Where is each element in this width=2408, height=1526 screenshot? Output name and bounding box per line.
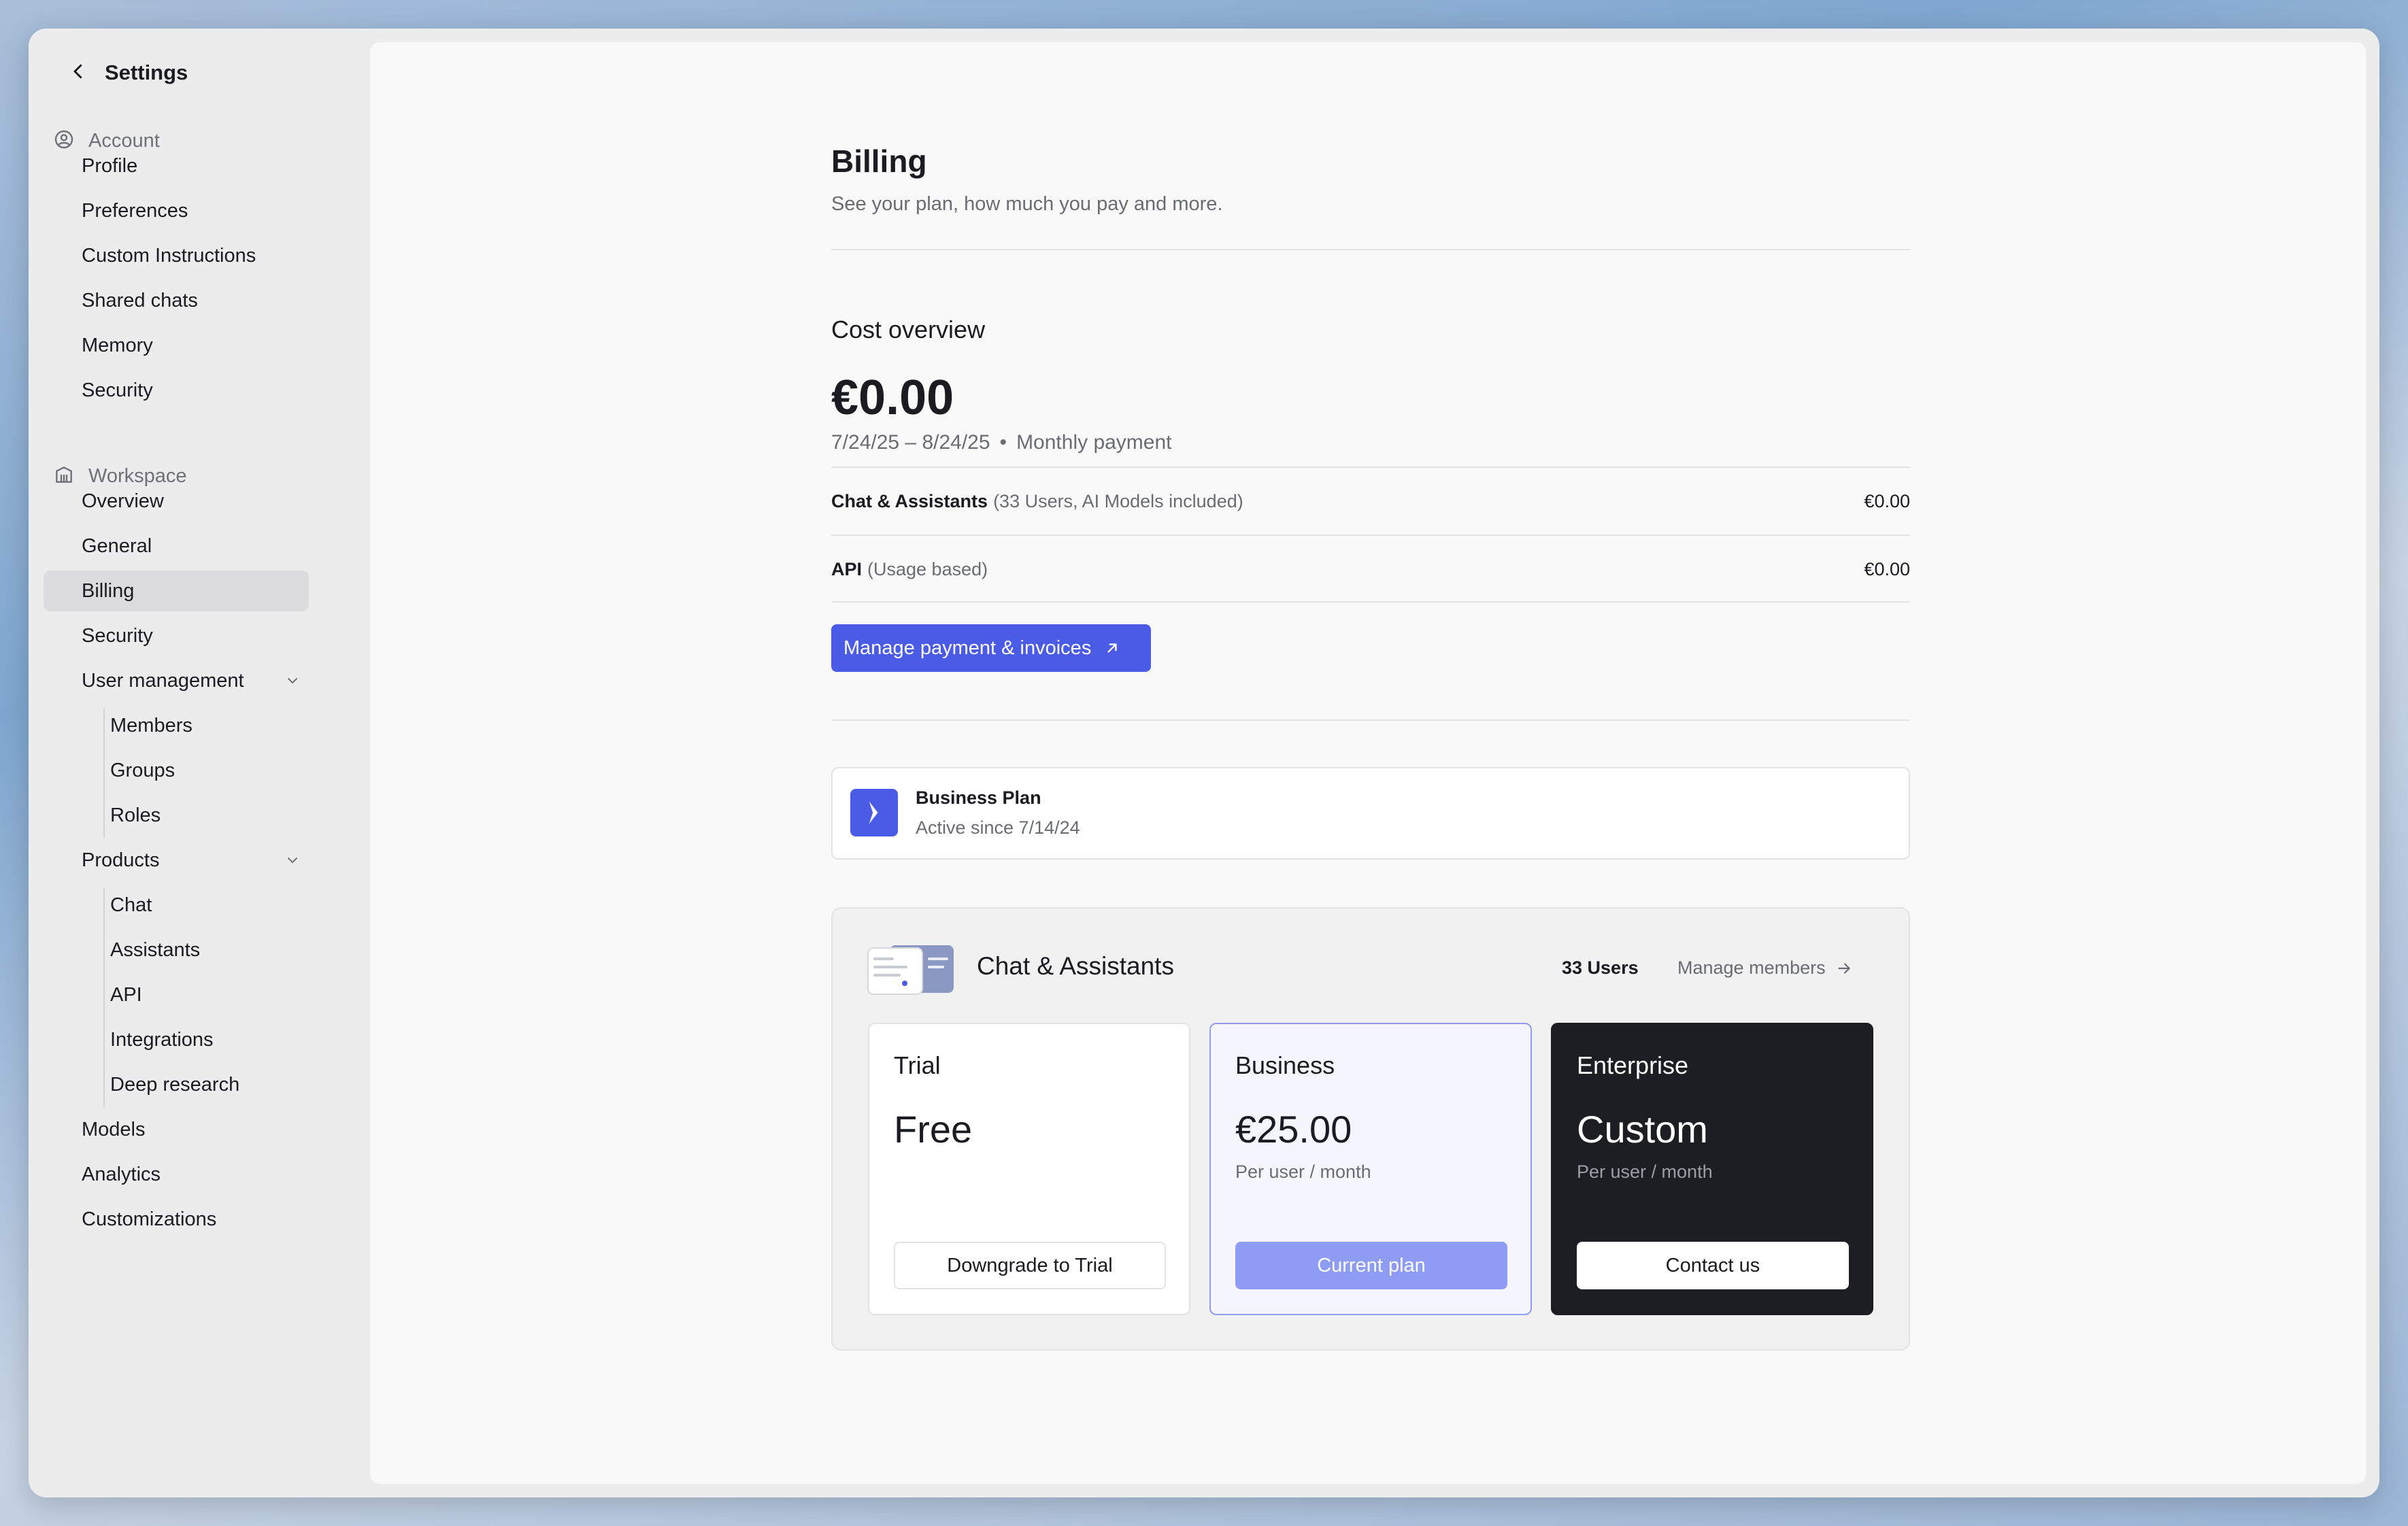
- product-title: Chat & Assistants: [977, 952, 1174, 980]
- sidebar-item-account-security[interactable]: Security: [44, 370, 309, 411]
- manage-payment-label: Manage payment & invoices: [843, 637, 1092, 659]
- sidebar-item-memory[interactable]: Memory: [44, 325, 309, 366]
- total-cost: €0.00: [831, 371, 954, 425]
- sidebar-item-preferences[interactable]: Preferences: [44, 190, 309, 231]
- cost-row-amount: €0.00: [1864, 558, 1910, 579]
- sidebar-item-models[interactable]: Models: [44, 1109, 309, 1150]
- current-plan-button[interactable]: Current plan: [1235, 1242, 1507, 1289]
- plan-since: Active since 7/14/24: [916, 817, 1080, 838]
- chevron-left-icon[interactable]: [68, 61, 88, 85]
- payment-frequency: Monthly payment: [1016, 431, 1172, 454]
- current-plan-card: Business Plan Active since 7/14/24: [831, 767, 1910, 860]
- tier-name: Trial: [894, 1051, 941, 1079]
- cost-row: API (Usage based) €0.00: [831, 536, 1910, 603]
- billing-period: 7/24/25 – 8/24/25 • Monthly payment: [831, 431, 1172, 454]
- cost-row-name: API: [831, 558, 863, 579]
- sidebar-item-chat[interactable]: Chat: [44, 885, 309, 926]
- tier-name: Enterprise: [1577, 1051, 1689, 1079]
- sidebar-item-analytics[interactable]: Analytics: [44, 1154, 309, 1195]
- sidebar-item-deep-research[interactable]: Deep research: [44, 1064, 309, 1105]
- divider: [831, 601, 1910, 603]
- user-management-label: User management: [82, 669, 244, 692]
- tier-unit: Per user / month: [1577, 1162, 1713, 1182]
- tier-card-trial: Trial Free Downgrade to Trial: [868, 1023, 1190, 1315]
- period-separator: •: [999, 431, 1007, 454]
- sidebar-item-api[interactable]: API: [44, 974, 309, 1015]
- sidebar-item-overview[interactable]: Overview: [44, 481, 309, 522]
- sidebar-item-roles[interactable]: Roles: [44, 795, 309, 836]
- cost-row-name: Chat & Assistants: [831, 490, 988, 511]
- sidebar-item-billing[interactable]: Billing: [44, 571, 309, 611]
- cost-row-amount: €0.00: [1864, 490, 1910, 511]
- divider: [831, 249, 1910, 250]
- sidebar-item-products[interactable]: Products: [44, 840, 309, 881]
- tier-name: Business: [1235, 1051, 1335, 1079]
- sidebar-item-general[interactable]: General: [44, 526, 309, 566]
- sidebar: Settings Account Profile Preferences Cus…: [29, 29, 369, 1497]
- period-range: 7/24/25 – 8/24/25: [831, 431, 990, 454]
- user-count: 33 Users: [1562, 957, 1639, 978]
- chevron-down-icon[interactable]: [284, 673, 301, 689]
- sidebar-item-members[interactable]: Members: [44, 705, 309, 746]
- cost-row: Chat & Assistants (33 Users, AI Models in…: [831, 468, 1910, 535]
- sidebar-item-custom-instructions[interactable]: Custom Instructions: [44, 235, 309, 276]
- tier-price: Custom: [1577, 1108, 1708, 1151]
- sidebar-item-workspace-security[interactable]: Security: [44, 615, 309, 656]
- plan-logo-icon: [850, 789, 898, 836]
- tier-price: €25.00: [1235, 1108, 1352, 1151]
- sidebar-item-integrations[interactable]: Integrations: [44, 1019, 309, 1060]
- page-title: Billing: [831, 143, 927, 179]
- manage-members-link[interactable]: Manage members: [1677, 957, 1853, 979]
- sidebar-item-groups[interactable]: Groups: [44, 750, 309, 791]
- product-section: Chat & Assistants 33 Users Manage member…: [831, 907, 1910, 1351]
- plan-name: Business Plan: [916, 787, 1041, 808]
- manage-payment-button[interactable]: Manage payment & invoices: [831, 624, 1151, 672]
- tier-price: Free: [894, 1108, 973, 1151]
- chevron-down-icon[interactable]: [284, 852, 301, 868]
- sidebar-item-customizations[interactable]: Customizations: [44, 1199, 309, 1240]
- arrow-right-icon: [1837, 962, 1850, 974]
- divider: [831, 719, 1910, 721]
- cost-row-note: (Usage based): [867, 558, 988, 579]
- sidebar-item-profile[interactable]: Profile: [44, 146, 309, 186]
- page-subtitle: See your plan, how much you pay and more…: [831, 193, 1223, 215]
- external-link-icon: [1107, 643, 1117, 653]
- billing-panel: Billing See your plan, how much you pay …: [370, 42, 2366, 1484]
- manage-members-label: Manage members: [1677, 957, 1826, 978]
- settings-title: Settings: [105, 61, 188, 84]
- sidebar-item-user-management[interactable]: User management: [44, 660, 309, 701]
- sidebar-header[interactable]: Settings: [68, 56, 188, 90]
- sidebar-item-assistants[interactable]: Assistants: [44, 930, 309, 970]
- contact-us-button[interactable]: Contact us: [1577, 1242, 1849, 1289]
- cost-row-note: (33 Users, AI Models included): [993, 490, 1243, 511]
- products-label: Products: [82, 849, 160, 871]
- tier-unit: Per user / month: [1235, 1162, 1371, 1182]
- downgrade-button[interactable]: Downgrade to Trial: [894, 1242, 1166, 1289]
- tier-card-enterprise: Enterprise Custom Per user / month Conta…: [1551, 1023, 1873, 1315]
- settings-window: Settings Account Profile Preferences Cus…: [29, 29, 2379, 1497]
- product-preview-icon: [867, 945, 954, 995]
- sidebar-item-shared-chats[interactable]: Shared chats: [44, 280, 309, 321]
- tier-card-business: Business €25.00 Per user / month Current…: [1209, 1023, 1532, 1315]
- cost-overview-title: Cost overview: [831, 316, 986, 343]
